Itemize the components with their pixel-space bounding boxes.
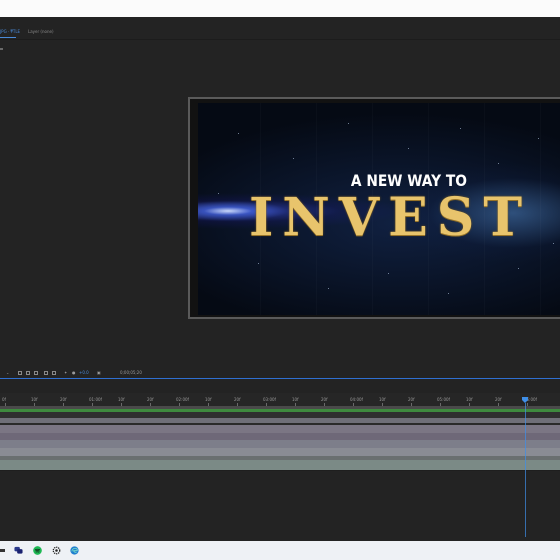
panel-divider xyxy=(0,39,560,40)
panel-focus-line xyxy=(0,378,560,379)
transparency-grid-icon[interactable] xyxy=(26,371,30,375)
taskbar-edge-icon[interactable] xyxy=(0,549,5,552)
ruler-tick-label: 03:00f xyxy=(263,397,276,402)
sparkle xyxy=(328,288,329,289)
ruler-tick-label: 02:00f xyxy=(176,397,189,402)
sparkle xyxy=(258,263,259,264)
ruler-tick-label: 20f xyxy=(60,397,67,402)
ruler-tick-label: 10f xyxy=(379,397,386,402)
snapshot-icon[interactable]: ▣ xyxy=(97,370,101,375)
sparkle xyxy=(538,138,539,139)
ruler-tick-label: 20f xyxy=(495,397,502,402)
settings-gear-icon[interactable] xyxy=(52,546,61,555)
active-tab-underline xyxy=(0,37,16,38)
ruler-tick-label: 20f xyxy=(147,397,154,402)
layer-track[interactable] xyxy=(0,425,560,433)
color-management-icon[interactable]: ● xyxy=(72,370,76,375)
windows-taskbar xyxy=(0,541,560,560)
layer-track[interactable] xyxy=(0,460,560,470)
grip-icon xyxy=(0,48,3,50)
sparkle xyxy=(388,273,389,274)
ruler-tick-label: 0f xyxy=(2,397,6,402)
ruler-tick-label: 10f xyxy=(292,397,299,402)
spotify-icon[interactable] xyxy=(33,546,42,555)
channel-icon[interactable] xyxy=(52,371,56,375)
edge-browser-icon[interactable] xyxy=(70,546,79,555)
ruler-tick-label: 20f xyxy=(234,397,241,402)
ruler-tick-label: 20f xyxy=(321,397,328,402)
layer-divider xyxy=(0,470,560,471)
viewer-tab-row: JPG · TTLE Layer (none) xyxy=(0,26,560,39)
headline-title: INVEST xyxy=(248,187,532,248)
layer-track[interactable] xyxy=(0,448,560,456)
tab-layer[interactable]: Layer (none) xyxy=(28,29,54,34)
sparkle xyxy=(348,123,349,124)
mask-visibility-icon[interactable] xyxy=(34,371,38,375)
sparkle xyxy=(518,268,519,269)
composition-viewer[interactable]: A NEW WAY TO INVEST xyxy=(188,97,560,319)
exposure-value[interactable]: +0.0 xyxy=(79,370,89,375)
zoom-dropdown-icon[interactable]: ⌄ xyxy=(6,370,9,375)
title-bar xyxy=(0,0,560,17)
sparkle xyxy=(498,163,499,164)
sparkle xyxy=(460,128,461,129)
sparkle xyxy=(293,158,294,159)
current-timecode[interactable]: 0;00;05;20 xyxy=(120,370,142,375)
playhead-line[interactable] xyxy=(525,403,526,537)
ruler-tick-label: 10f xyxy=(118,397,125,402)
left-edge-handle xyxy=(0,40,4,370)
sparkle xyxy=(448,293,449,294)
sparkle xyxy=(408,148,409,149)
ruler-tick-label: 04:00f xyxy=(350,397,363,402)
time-ruler[interactable] xyxy=(0,393,560,406)
tab-menu-icon[interactable]: ≡ xyxy=(10,28,13,33)
ruler-tick-label: 10f xyxy=(31,397,38,402)
ruler-tick-label: 05:00f xyxy=(437,397,450,402)
grid-guides-icon[interactable] xyxy=(44,371,48,375)
layer-track[interactable] xyxy=(0,433,560,440)
sparkle xyxy=(238,133,239,134)
layer-track[interactable] xyxy=(0,440,560,448)
ruler-tick-label: 10f xyxy=(205,397,212,402)
chat-bubbles-icon[interactable] xyxy=(14,546,23,555)
region-of-interest-icon[interactable] xyxy=(18,371,22,375)
composition-preview: A NEW WAY TO INVEST xyxy=(198,103,560,315)
ruler-tick-label: 20f xyxy=(408,397,415,402)
ruler-tick-label: 01:00f xyxy=(89,397,102,402)
exposure-icon[interactable]: ✦ xyxy=(64,370,67,375)
ruler-tick-label: 10f xyxy=(466,397,473,402)
